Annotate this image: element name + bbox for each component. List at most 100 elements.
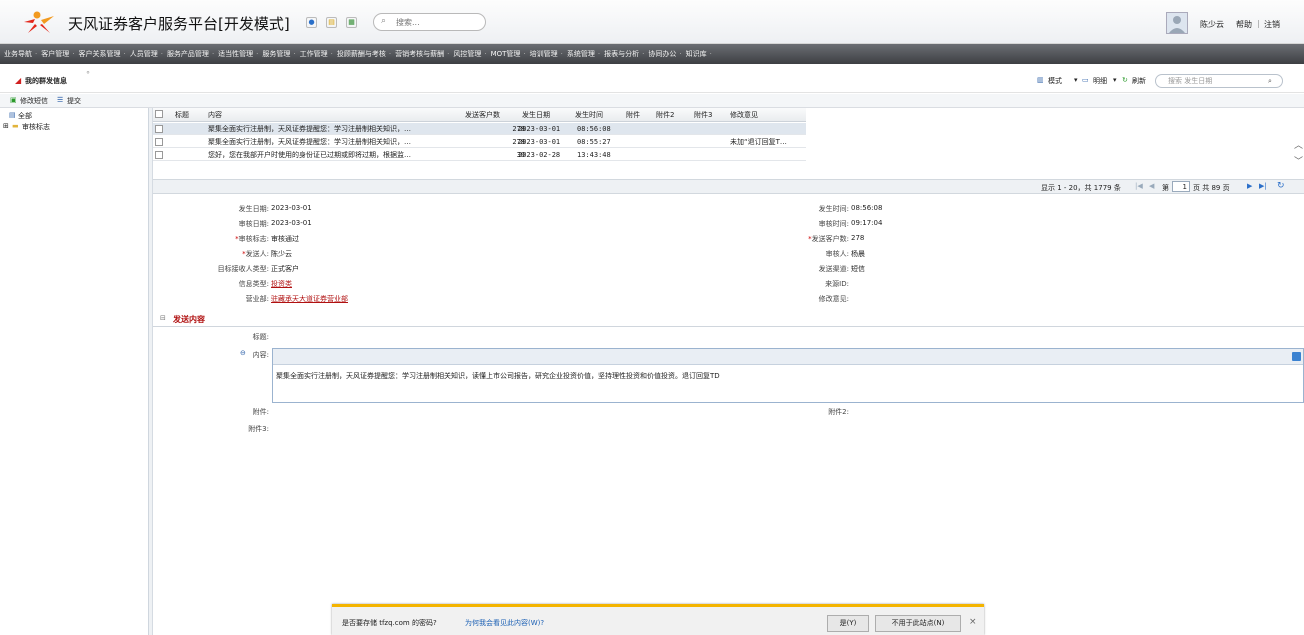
- menu-item[interactable]: 人员管理: [126, 44, 161, 64]
- note-icon[interactable]: ▤: [326, 17, 337, 28]
- content-editor[interactable]: 聚集全面实行注册制，天风证券提醒您：学习注册制相关知识，读懂上市公司报告，研究企…: [272, 348, 1304, 403]
- yes-button[interactable]: 是(Y): [827, 615, 869, 632]
- collapse-icon[interactable]: ⊟: [160, 314, 166, 322]
- search-icon: ⌕: [381, 16, 387, 26]
- next-page-icon[interactable]: ▶: [1247, 182, 1252, 190]
- table-row[interactable]: 聚集全面实行注册制，天风证券提醒您：学习注册制相关知识，… 278 2023-03-…: [153, 123, 806, 135]
- field-label-text: 审核人:: [825, 250, 849, 258]
- detail-icon: ▭: [1082, 76, 1089, 84]
- field-label: 目标接收人类型:: [173, 264, 269, 274]
- cell-content: 聚集全面实行注册制，天风证券提醒您：学习注册制相关知识，…: [208, 138, 411, 146]
- col-header-attach3[interactable]: 附件3: [694, 108, 712, 122]
- page-suffix: 页 共 89 页: [1193, 184, 1230, 192]
- why-link[interactable]: 为何我会看见此内容(W)?: [465, 618, 544, 628]
- section-send-content: 发送内容: [173, 315, 205, 324]
- menu-item[interactable]: 风控管理: [449, 44, 484, 64]
- pen-icon: ◢: [15, 76, 22, 85]
- col-header-attach[interactable]: 附件: [626, 108, 640, 122]
- menu-separator: ·: [709, 50, 712, 58]
- menu-item[interactable]: 服务产品管理: [163, 44, 212, 64]
- menu-item[interactable]: 报表与分析: [600, 44, 642, 64]
- select-all-checkbox[interactable]: [155, 110, 163, 118]
- info-icon[interactable]: ●: [306, 17, 317, 28]
- close-icon[interactable]: ×: [969, 617, 977, 627]
- cell-date: 2023-03-01: [518, 138, 561, 146]
- chevron-down-icon[interactable]: ▾: [1113, 76, 1117, 84]
- content-label: 内容:: [252, 351, 269, 359]
- grid-header: 标题 内容 发送客户数 发生日期 发生时间 附件 附件2 附件3 修改意见: [153, 108, 806, 122]
- menu-item[interactable]: 营销考核与薪酬: [391, 44, 447, 64]
- sheet-icon[interactable]: ▦: [346, 17, 357, 28]
- edit-sms-button[interactable]: 修改短信: [20, 96, 48, 106]
- never-button[interactable]: 不用于此站点(N): [875, 615, 961, 632]
- menu-item[interactable]: 适当性管理: [214, 44, 256, 64]
- col-header-attach2[interactable]: 附件2: [656, 108, 674, 122]
- cell-time: 13:43:48: [577, 151, 611, 159]
- refresh-icon[interactable]: ↻: [1277, 181, 1285, 191]
- search-icon[interactable]: ⌕: [1268, 75, 1272, 87]
- menu-item[interactable]: 客户关系管理: [74, 44, 123, 64]
- field-label-text: 审核标志:: [238, 235, 269, 243]
- attach3-label: 附件3:: [248, 425, 269, 433]
- field-value: 正式客户: [271, 265, 299, 273]
- col-header-content[interactable]: 内容: [208, 108, 222, 122]
- first-page-icon[interactable]: |◀: [1135, 182, 1143, 190]
- menu-item[interactable]: 服务管理: [258, 44, 293, 64]
- col-header-count[interactable]: 发送客户数: [465, 108, 500, 122]
- global-search-input[interactable]: [396, 15, 481, 29]
- logout-link[interactable]: 注销: [1264, 19, 1280, 30]
- field-label: 审核日期:: [173, 219, 269, 229]
- field-value[interactable]: 投资类: [271, 279, 292, 289]
- menu-item[interactable]: MOT管理: [487, 44, 524, 64]
- menu-item[interactable]: 协同办公: [644, 44, 679, 64]
- list-search-placeholder: 搜索 发生日期: [1168, 77, 1213, 85]
- pager: 显示 1 - 20，共 1779 条 |◀ ◀ 第 1 页 共 89 页 ▶ ▶…: [153, 179, 1304, 194]
- field-label: 来源ID:: [753, 279, 849, 289]
- tab-my-mass-messages[interactable]: 我的群发信息: [25, 76, 67, 86]
- col-header-time[interactable]: 发生时间: [575, 108, 603, 122]
- menu-item[interactable]: 知识库: [682, 44, 710, 64]
- last-page-icon[interactable]: ▶|: [1259, 182, 1267, 190]
- field-label-text: 修改意见:: [818, 295, 849, 303]
- expand-icon[interactable]: ⊞: [3, 122, 9, 130]
- mode-button[interactable]: 模式: [1048, 76, 1062, 86]
- submit-button[interactable]: 提交: [67, 96, 81, 106]
- menu-item[interactable]: 工作管理: [296, 44, 331, 64]
- refresh-button[interactable]: 刷新: [1132, 76, 1146, 86]
- field-label-text: 营业部:: [245, 295, 269, 303]
- tab-close-icon[interactable]: °: [86, 70, 90, 79]
- detail-button[interactable]: 明细: [1093, 76, 1107, 86]
- editor-toolbar: [273, 349, 1303, 365]
- field-value[interactable]: 驻藏承天大道证券营业部: [271, 294, 348, 304]
- field-label: 审核时间:: [753, 219, 849, 229]
- table-row[interactable]: 聚集全面实行注册制，天风证券提醒您：学习注册制相关知识，… 278 2023-03-…: [153, 136, 806, 148]
- menu-item[interactable]: 培训管理: [526, 44, 561, 64]
- menu-item[interactable]: 业务导航: [0, 44, 35, 64]
- scroll-up-icon[interactable]: ︿: [1294, 138, 1303, 151]
- help-link[interactable]: 帮助: [1236, 19, 1252, 30]
- list-search-input[interactable]: 搜索 发生日期 ⌕: [1155, 74, 1283, 88]
- editor-toggle-icon[interactable]: [1292, 352, 1301, 361]
- menu-item[interactable]: 客户管理: [37, 44, 72, 64]
- chevron-down-icon[interactable]: ▾: [1074, 76, 1078, 84]
- cell-date: 2023-03-01: [518, 125, 561, 133]
- table-row[interactable]: 您好，您在我部开户时使用的身份证已过期或即将过期，根据监… 30 2023-02-2…: [153, 149, 806, 161]
- tree-item-audit-flag[interactable]: 审核标志: [22, 122, 50, 132]
- tree-item-all[interactable]: 全部: [18, 111, 32, 121]
- row-checkbox[interactable]: [155, 125, 163, 133]
- menu-item[interactable]: 投顾薪酬与考核: [333, 44, 389, 64]
- field-label: 发送渠道:: [753, 264, 849, 274]
- col-header-title[interactable]: 标题: [175, 108, 189, 122]
- row-checkbox[interactable]: [155, 138, 163, 146]
- prev-page-icon[interactable]: ◀: [1149, 182, 1154, 190]
- logo-icon: [24, 11, 54, 33]
- field-label-text: 目标接收人类型:: [217, 265, 269, 273]
- row-checkbox[interactable]: [155, 151, 163, 159]
- scroll-down-icon[interactable]: ﹀: [1294, 154, 1303, 167]
- col-header-remark[interactable]: 修改意见: [730, 108, 758, 122]
- menu-item[interactable]: 系统管理: [563, 44, 598, 64]
- col-header-date[interactable]: 发生日期: [522, 108, 550, 122]
- page-number-input[interactable]: 1: [1172, 181, 1190, 192]
- global-search[interactable]: ⌕: [373, 13, 486, 31]
- avatar[interactable]: [1166, 12, 1188, 34]
